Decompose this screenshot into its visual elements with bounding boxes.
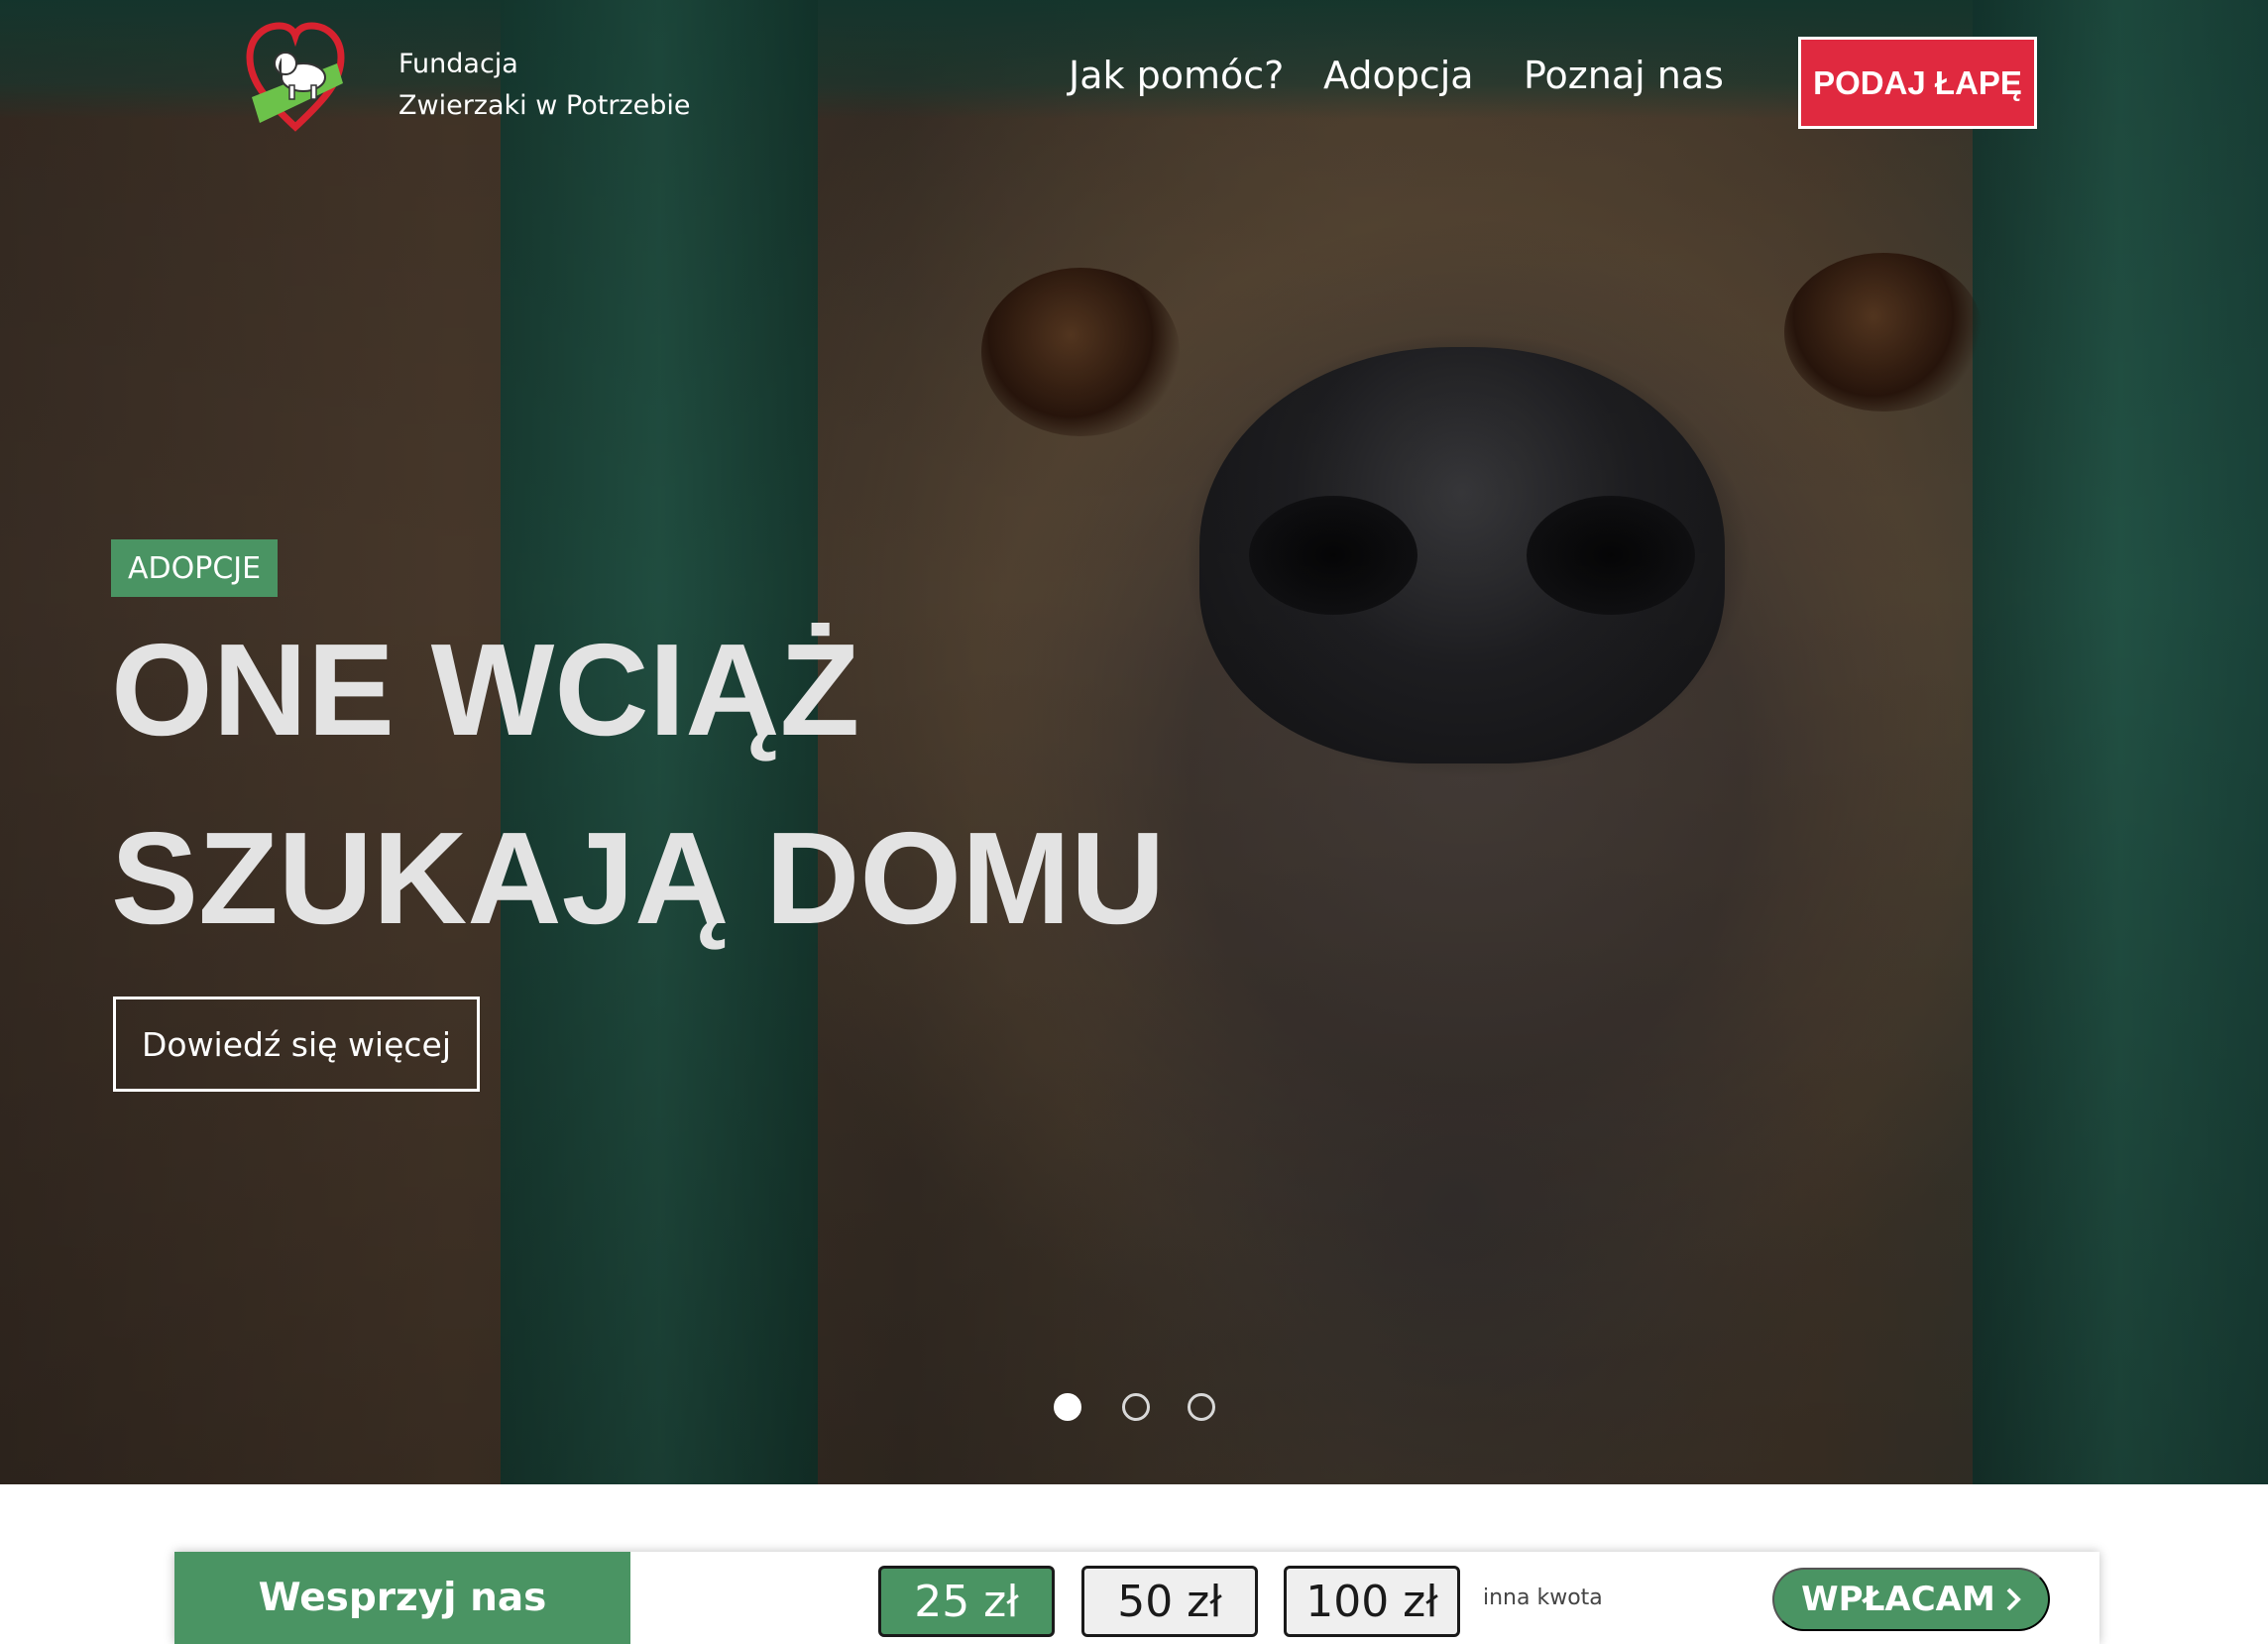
organization-name-line2: Zwierzaki w Potrzebie: [398, 90, 691, 121]
organization-name: Fundacja Zwierzaki w Potrzebie: [398, 44, 690, 127]
organization-name-line1: Fundacja: [398, 49, 518, 79]
donation-bar: Wesprzyj nas 25 zł 50 zł 100 zł inna kwo…: [174, 1552, 2099, 1644]
slider-dot-2[interactable]: [1122, 1393, 1150, 1421]
nav-link-poznaj-nas[interactable]: Poznaj nas: [1524, 54, 1724, 97]
nav-link-adopcja[interactable]: Adopcja: [1323, 54, 1474, 97]
donation-title: Wesprzyj nas: [174, 1552, 630, 1644]
hero-slider: Fundacja Zwierzaki w Potrzebie Jak pomóc…: [0, 0, 2268, 1484]
amount-25-button[interactable]: 25 zł: [878, 1566, 1055, 1637]
logo-heart-dog-icon[interactable]: [246, 20, 345, 139]
category-badge: ADOPCJE: [111, 539, 279, 597]
slider-dot-3[interactable]: [1188, 1393, 1215, 1421]
amount-100-button[interactable]: 100 zł: [1284, 1566, 1460, 1637]
donate-submit-label: WPŁACAM: [1801, 1580, 1995, 1619]
chevron-right-icon: [2006, 1587, 2021, 1611]
donate-submit-button[interactable]: WPŁACAM: [1772, 1568, 2050, 1631]
nav-link-jak-pomoc[interactable]: Jak pomóc?: [1069, 54, 1284, 97]
slider-dot-1[interactable]: [1054, 1393, 1081, 1421]
podaj-lape-button[interactable]: PODAJ ŁAPĘ: [1798, 37, 2037, 129]
hero-headline-line2: SZUKAJĄ DOMU: [111, 805, 1166, 951]
hero-headline-line1: ONE WCIĄŻ: [111, 617, 860, 763]
other-amount-link[interactable]: inna kwota: [1483, 1585, 1603, 1610]
learn-more-button[interactable]: Dowiedź się więcej: [113, 997, 480, 1092]
amount-50-button[interactable]: 50 zł: [1081, 1566, 1258, 1637]
